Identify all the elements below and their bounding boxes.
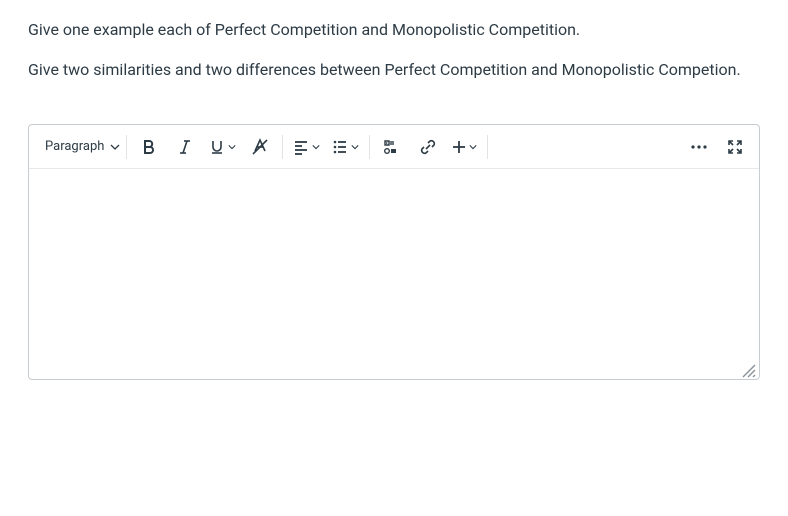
rich-text-editor: Paragraph	[28, 124, 760, 380]
link-button[interactable]	[410, 129, 446, 165]
block-type-dropdown[interactable]: Paragraph	[35, 129, 122, 165]
italic-icon	[177, 139, 193, 155]
chevron-down-icon	[110, 142, 120, 152]
bold-icon	[141, 139, 157, 155]
bold-button[interactable]	[131, 129, 167, 165]
editor-content-area[interactable]	[29, 169, 759, 379]
block-type-label: Paragraph	[45, 137, 104, 157]
question-line-1: Give one example each of Perfect Competi…	[28, 18, 760, 42]
italic-button[interactable]	[167, 129, 203, 165]
underline-button[interactable]	[203, 129, 242, 165]
list-button[interactable]	[326, 129, 365, 165]
align-left-icon	[293, 139, 309, 155]
underline-icon	[209, 139, 225, 155]
question-line-2: Give two similarities and two difference…	[28, 58, 760, 82]
chevron-down-icon	[312, 143, 320, 151]
text-color-button[interactable]	[242, 129, 278, 165]
editor-toolbar: Paragraph	[29, 125, 759, 169]
toolbar-separator	[126, 135, 127, 159]
fullscreen-icon	[727, 139, 743, 155]
toolbar-separator	[282, 135, 283, 159]
fullscreen-button[interactable]	[717, 129, 753, 165]
media-button[interactable]	[374, 129, 410, 165]
chevron-down-icon	[469, 143, 477, 151]
chevron-down-icon	[228, 143, 236, 151]
insert-button[interactable]	[446, 129, 483, 165]
more-horizontal-icon	[690, 144, 708, 150]
bullet-list-icon	[332, 139, 348, 155]
toolbar-separator	[369, 135, 370, 159]
text-color-icon	[251, 138, 269, 156]
align-button[interactable]	[287, 129, 326, 165]
toolbar-separator	[487, 135, 488, 159]
more-button[interactable]	[681, 129, 717, 165]
media-record-icon	[383, 139, 401, 155]
question-prompt: Give one example each of Perfect Competi…	[28, 18, 760, 82]
link-icon	[419, 138, 437, 156]
chevron-down-icon	[351, 143, 359, 151]
resize-handle[interactable]	[739, 361, 757, 379]
plus-icon	[452, 140, 466, 154]
